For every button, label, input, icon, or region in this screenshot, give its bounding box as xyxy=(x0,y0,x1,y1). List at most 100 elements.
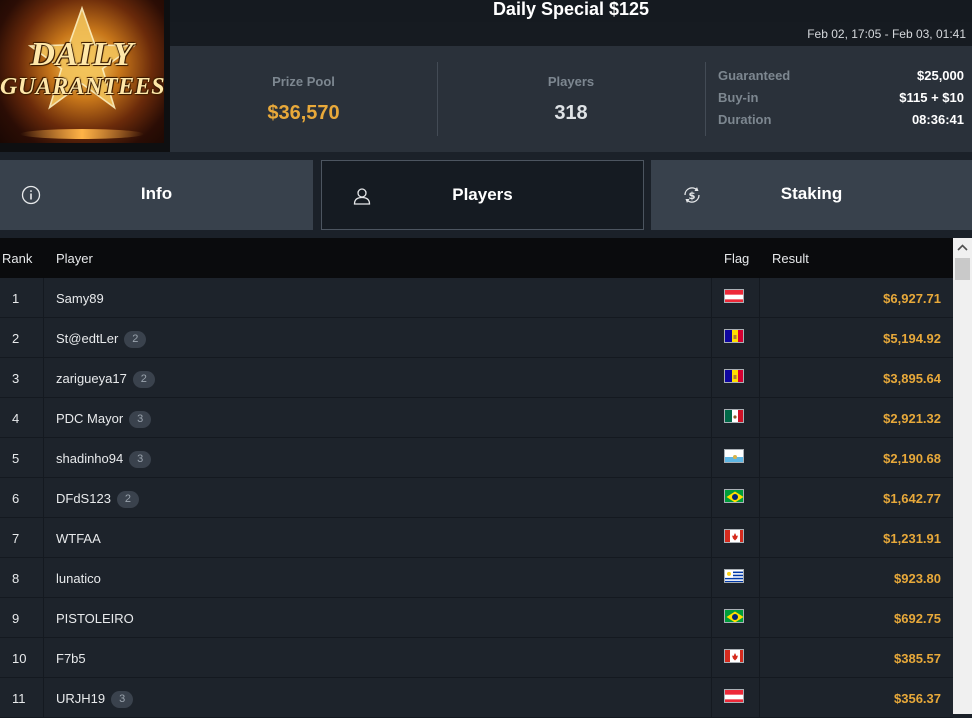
flag-cell xyxy=(711,318,760,357)
entries-badge: 3 xyxy=(111,691,134,708)
entries-badge: 3 xyxy=(129,451,152,468)
result-value: $6,927.71 xyxy=(883,291,941,306)
player-cell[interactable]: F7b5 xyxy=(56,651,86,666)
table-body: 1 Samy89 $6,927.71 2 St@edtLer 2 $5,194.92 3 zar… xyxy=(0,278,953,718)
rank-value: 3 xyxy=(12,371,20,386)
player-cell[interactable]: Samy89 xyxy=(56,291,104,306)
detail-value: 08:36:41 xyxy=(911,112,964,127)
header-player[interactable]: Player xyxy=(56,251,93,266)
player-name: zarigueya17 xyxy=(56,371,127,386)
flag-austria-icon xyxy=(724,689,744,703)
stats-panel: Prize Pool $36,570 Players 318 Guarantee… xyxy=(170,46,972,152)
player-cell[interactable]: WTFAA xyxy=(56,531,101,546)
table-header: Rank Player Flag Result xyxy=(0,238,953,278)
table-row[interactable]: 6 DFdS123 2 $1,642.77 xyxy=(0,478,953,518)
tournament-title: Daily Special $125 xyxy=(492,0,650,19)
flag-canada-icon xyxy=(724,649,744,663)
player-cell[interactable]: PDC Mayor 3 xyxy=(56,411,152,428)
flag-austria-icon xyxy=(724,289,744,303)
player-name: URJH19 xyxy=(56,691,106,706)
prize-pool-value: $36,570 xyxy=(267,102,340,124)
rank-value: 6 xyxy=(12,491,20,506)
player-name: PDC Mayor xyxy=(56,411,124,426)
player-name: lunatico xyxy=(56,571,101,586)
table-row[interactable]: 11 URJH19 3 $356.37 xyxy=(0,678,953,718)
table-row[interactable]: 10 F7b5 $385.57 xyxy=(0,638,953,678)
daily-guarantees-logo: DAILY GUARANTEES xyxy=(0,0,170,152)
player-name: PISTOLEIRO xyxy=(56,611,134,626)
table-row[interactable]: 7 WTFAA $1,231.91 xyxy=(0,518,953,558)
players-label: Players xyxy=(547,74,595,89)
flag-cell xyxy=(711,438,760,477)
result-value: $1,231.91 xyxy=(883,531,941,546)
rank-cell: 2 xyxy=(0,318,44,357)
tab-players[interactable]: Players xyxy=(321,160,644,230)
player-cell[interactable]: shadinho94 3 xyxy=(56,451,152,468)
result-value: $2,921.32 xyxy=(883,411,941,426)
player-cell[interactable]: lunatico xyxy=(56,571,101,586)
rank-cell: 4 xyxy=(0,398,44,437)
table-row[interactable]: 1 Samy89 $6,927.71 xyxy=(0,278,953,318)
player-cell[interactable]: zarigueya17 2 xyxy=(56,371,155,388)
detail-label: Guaranteed xyxy=(718,68,791,83)
rank-cell: 8 xyxy=(0,558,44,597)
table-row[interactable]: 5 shadinho94 3 $2,190.68 xyxy=(0,438,953,478)
divider xyxy=(705,62,706,136)
entries-badge: 2 xyxy=(116,491,139,508)
tab-staking[interactable]: $ Staking xyxy=(651,160,972,230)
player-name: Samy89 xyxy=(56,291,104,306)
player-cell[interactable]: St@edtLer 2 xyxy=(56,331,147,348)
rank-value: 7 xyxy=(12,531,20,546)
tab-info[interactable]: Info xyxy=(0,160,313,230)
flag-uruguay-icon xyxy=(724,569,744,583)
result-value: $385.57 xyxy=(894,651,941,666)
entries-badge: 2 xyxy=(124,331,147,348)
flag-cell xyxy=(711,598,760,637)
flag-cell xyxy=(711,558,760,597)
rank-value: 1 xyxy=(12,291,20,306)
player-name: shadinho94 xyxy=(56,451,124,466)
rank-cell: 3 xyxy=(0,358,44,397)
flag-cell xyxy=(711,678,760,717)
tournament-dates: Feb 02, 17:05 - Feb 03, 01:41 xyxy=(807,27,966,41)
result-value: $5,194.92 xyxy=(883,331,941,346)
entries-badge: 3 xyxy=(129,411,152,428)
table-row[interactable]: 4 PDC Mayor 3 $2,921.32 xyxy=(0,398,953,438)
rank-cell: 11 xyxy=(0,678,44,717)
rank-value: 8 xyxy=(12,571,20,586)
details-list: Guaranteed $25,000 Buy-in $115 + $10 Dur… xyxy=(718,68,964,134)
flag-cell xyxy=(711,478,760,517)
result-value: $923.80 xyxy=(894,571,941,586)
detail-label: Buy-in xyxy=(718,90,759,105)
flag-cell xyxy=(711,358,760,397)
detail-buy-in: Buy-in $115 + $10 xyxy=(718,90,964,112)
prize-pool-stat: Prize Pool $36,570 xyxy=(170,46,437,152)
player-cell[interactable]: URJH19 3 xyxy=(56,691,134,708)
result-value: $1,642.77 xyxy=(883,491,941,506)
player-name: St@edtLer xyxy=(56,331,119,346)
player-cell[interactable]: PISTOLEIRO xyxy=(56,611,134,626)
rank-value: 2 xyxy=(12,331,20,346)
player-cell[interactable]: DFdS123 2 xyxy=(56,491,139,508)
scroll-up-icon[interactable] xyxy=(953,238,972,258)
header-rank[interactable]: Rank xyxy=(2,251,32,266)
table-row[interactable]: 3 zarigueya17 2 $3,895.64 xyxy=(0,358,953,398)
flag-cell xyxy=(711,278,760,317)
rank-cell: 10 xyxy=(0,638,44,677)
tab-players-label: Players xyxy=(452,185,513,204)
header-result[interactable]: Result xyxy=(772,251,809,266)
player-name: F7b5 xyxy=(56,651,86,666)
table-row[interactable]: 9 PISTOLEIRO $692.75 xyxy=(0,598,953,638)
detail-value: $25,000 xyxy=(917,68,964,83)
detail-duration: Duration 08:36:41 xyxy=(718,112,964,134)
rank-value: 9 xyxy=(12,611,20,626)
scroll-thumb[interactable] xyxy=(955,258,970,280)
scrollbar[interactable] xyxy=(953,238,972,714)
flag-canada-icon xyxy=(724,529,744,543)
table-row[interactable]: 2 St@edtLer 2 $5,194.92 xyxy=(0,318,953,358)
players-stat: Players 318 xyxy=(437,46,705,152)
table-row[interactable]: 8 lunatico $923.80 xyxy=(0,558,953,598)
result-value: $356.37 xyxy=(894,691,941,706)
header-flag[interactable]: Flag xyxy=(724,251,749,266)
flag-mexico-icon xyxy=(724,409,744,423)
